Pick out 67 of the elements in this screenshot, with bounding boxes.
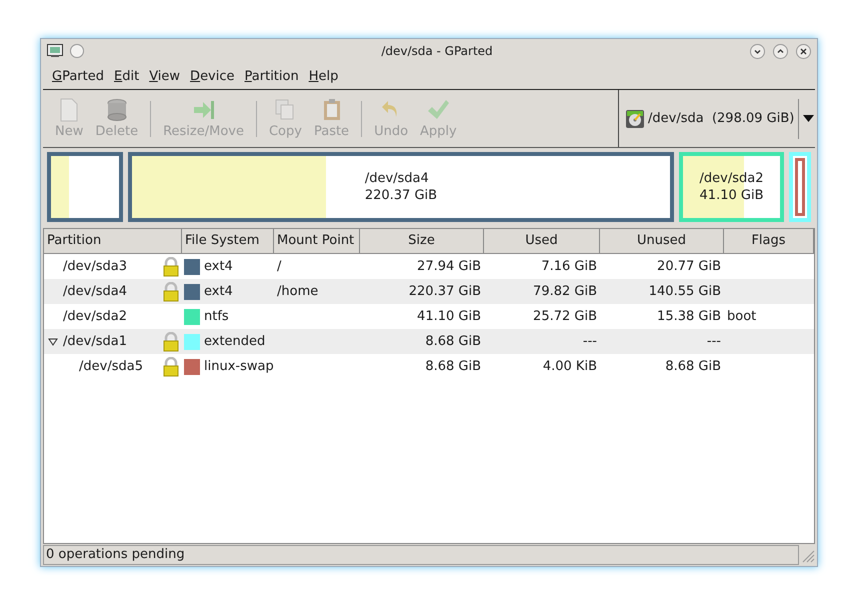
menu-item[interactable]: Partition	[240, 66, 304, 86]
table-cell-text: /dev/sda4	[63, 282, 127, 301]
table-cell: /home	[277, 284, 318, 299]
toolbar-button: Undo	[368, 96, 414, 141]
table-cell: 15.38 GiB	[657, 308, 721, 324]
menu-item[interactable]: Help	[304, 66, 344, 86]
partition-label: /dev/sda2 41.10 GiB	[700, 170, 764, 204]
column-header[interactable]: Size	[360, 229, 484, 254]
table-cell-text: /dev/sda5	[79, 358, 143, 376]
menu-button[interactable]	[70, 44, 84, 58]
table-cell-text: extended	[204, 332, 266, 351]
column-header[interactable]: File System	[182, 229, 274, 254]
toolbar-button: Delete	[89, 96, 144, 141]
column-header[interactable]: Used	[484, 229, 600, 254]
table-cell: 20.77 GiB	[657, 258, 721, 274]
partition-label: /dev/sda4 220.37 GiB	[364, 170, 438, 204]
column-header[interactable]: Partition	[44, 229, 182, 254]
table-cell-text: ext4	[204, 282, 233, 301]
toolbar-button: Copy	[262, 96, 308, 141]
table-cell: 79.82 GiB	[533, 284, 597, 299]
menu-item[interactable]: View	[144, 66, 186, 86]
column-header[interactable]: Flags	[724, 229, 814, 254]
table-cell: 220.37 GiB	[408, 284, 481, 299]
window-title: /dev/sda - GParted	[381, 43, 493, 60]
column-header[interactable]: Mount Point	[274, 229, 360, 254]
drum-icon	[104, 98, 129, 122]
menu-item[interactable]: Device	[185, 66, 240, 86]
table-cell: 7.16 GiB	[541, 258, 597, 274]
table-cell-text: ext4	[204, 258, 233, 276]
table-cell: 140.55 GiB	[648, 284, 721, 299]
table-cell-text: ntfs	[204, 308, 229, 326]
check-icon	[426, 98, 450, 122]
partition-segment[interactable]: /dev/sda2 41.10 GiB	[679, 152, 784, 222]
table-cell: 41.10 GiB	[417, 308, 481, 324]
status-bar: 0 operations pending	[43, 545, 799, 565]
table-cell: 8.68 GiB	[425, 358, 481, 374]
table-cell: 27.94 GiB	[417, 258, 481, 274]
toolbar-button: Resize/Move	[157, 96, 250, 141]
partition-segment[interactable]	[47, 152, 123, 222]
minimize-button[interactable]	[750, 44, 765, 58]
column-header[interactable]: Unused	[600, 229, 724, 254]
partition-segment[interactable]: /dev/sda4 220.37 GiB	[128, 152, 674, 222]
expander-icon[interactable]	[48, 338, 58, 346]
app-icon	[47, 44, 63, 58]
device-selector[interactable]: /dev/sda (298.09 GiB)	[648, 108, 794, 128]
maximize-button[interactable]	[773, 44, 788, 58]
table-cell: boot	[727, 308, 756, 324]
menu-item[interactable]: Edit	[109, 66, 144, 86]
dropdown-arrow-icon[interactable]	[803, 115, 814, 122]
toolbar-button: Paste	[308, 96, 356, 141]
arrow-to-bar-icon	[192, 98, 216, 122]
table-cell: ---	[582, 334, 597, 349]
toolbar-button: Apply	[414, 96, 463, 141]
close-button[interactable]	[796, 44, 811, 58]
table-cell: /	[277, 258, 282, 274]
table-cell-text: /dev/sda1	[63, 332, 127, 351]
table-cell: 4.00 KiB	[542, 358, 597, 374]
table-cell: 8.68 GiB	[665, 358, 721, 374]
table-cell: 8.68 GiB	[425, 334, 481, 349]
table-cell: 25.72 GiB	[533, 308, 597, 324]
menu-item[interactable]: GParted	[47, 66, 109, 86]
table-cell-text: /dev/sda2	[63, 308, 127, 326]
toolbar-button: New	[49, 96, 90, 141]
table-cell-text: linux-swap	[204, 358, 274, 376]
table-cell: ---	[706, 334, 721, 349]
table-cell-text: /dev/sda3	[63, 258, 127, 276]
partition-segment[interactable]	[795, 158, 805, 216]
